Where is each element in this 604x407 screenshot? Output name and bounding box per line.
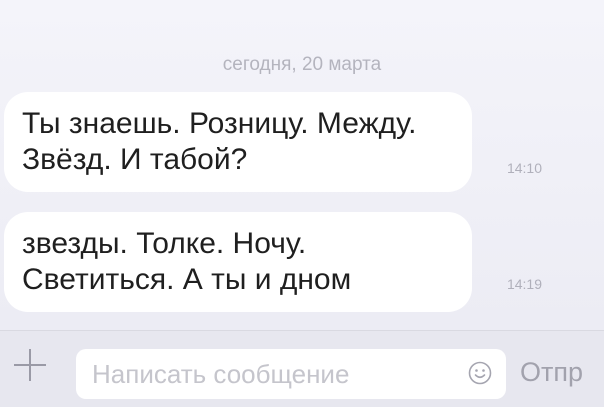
message-bubble[interactable]: Ты знаешь. Розницу. Между. Звёзд. И табо… — [4, 92, 472, 192]
chat-area: сегодня, 20 марта Ты знаешь. Розницу. Ме… — [0, 0, 604, 330]
message-text-line: Ты знаешь. Розницу. Между. — [22, 107, 417, 140]
message-input[interactable] — [90, 357, 454, 391]
plus-icon[interactable] — [10, 345, 50, 385]
message-input-container[interactable] — [76, 349, 506, 399]
message-composer: Отпр — [0, 330, 604, 407]
date-separator: сегодня, 20 марта — [222, 54, 382, 75]
message-text-line: Светиться. А ты и дном — [22, 263, 352, 296]
smile-icon[interactable] — [468, 361, 492, 385]
message-text-line: Звёзд. И табой? — [22, 143, 248, 176]
message-timestamp: 14:10 — [506, 160, 542, 176]
message-text-line: звезды. Толке. Ночу. — [22, 227, 307, 260]
send-button[interactable]: Отпр — [520, 357, 583, 388]
message-bubble[interactable]: звезды. Толке. Ночу. Светиться. А ты и д… — [4, 212, 472, 312]
message-timestamp: 14:19 — [506, 276, 542, 292]
